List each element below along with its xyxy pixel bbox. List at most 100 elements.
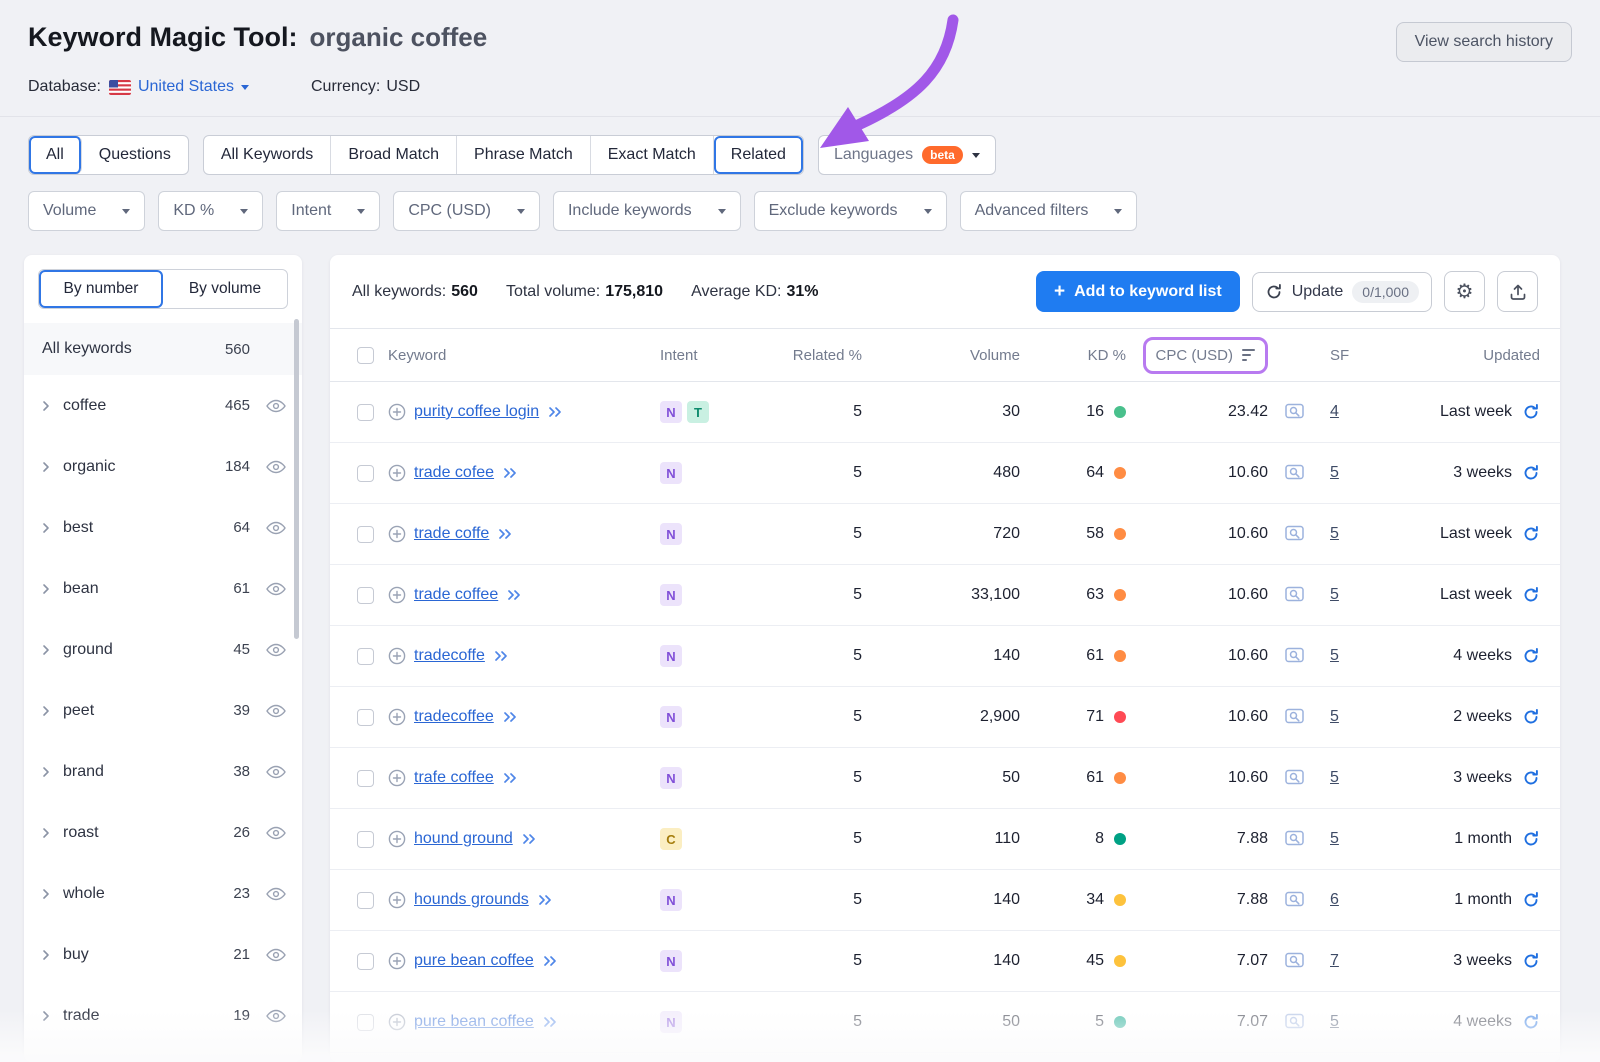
all-keywords-row[interactable]: All keywords 560: [24, 323, 302, 375]
serp-features-link[interactable]: 5: [1330, 586, 1339, 603]
filter-dropdown[interactable]: Advanced filters: [960, 191, 1138, 231]
add-keyword-icon[interactable]: [388, 586, 406, 604]
serp-features-link[interactable]: 7: [1330, 952, 1339, 969]
filter-dropdown[interactable]: Volume: [28, 191, 145, 231]
add-keyword-icon[interactable]: [388, 891, 406, 909]
refresh-icon[interactable]: [1522, 952, 1540, 970]
double-chevron-icon[interactable]: [497, 528, 513, 540]
keyword-link[interactable]: hound ground: [414, 830, 513, 848]
intent-badge[interactable]: N: [660, 523, 682, 545]
eye-icon[interactable]: [266, 399, 286, 413]
row-checkbox[interactable]: [357, 831, 374, 848]
keyword-group-item[interactable]: organic 184: [24, 436, 302, 497]
column-header-updated[interactable]: Updated: [1368, 347, 1540, 364]
serp-features-link[interactable]: 5: [1330, 830, 1339, 847]
double-chevron-icon[interactable]: [537, 894, 553, 906]
keyword-link[interactable]: tradecoffee: [414, 708, 494, 726]
add-keyword-icon[interactable]: [388, 464, 406, 482]
intent-badge[interactable]: N: [660, 584, 682, 606]
refresh-icon[interactable]: [1522, 769, 1540, 787]
serp-features-link[interactable]: 6: [1330, 891, 1339, 908]
keyword-group-item[interactable]: brand 38: [24, 741, 302, 802]
row-checkbox[interactable]: [357, 587, 374, 604]
double-chevron-icon[interactable]: [502, 711, 518, 723]
keyword-link[interactable]: hounds grounds: [414, 891, 529, 909]
serp-features-link[interactable]: 5: [1330, 464, 1339, 481]
intent-badge[interactable]: N: [660, 645, 682, 667]
add-keyword-icon[interactable]: [388, 830, 406, 848]
keyword-group-item[interactable]: best 64: [24, 497, 302, 558]
keyword-link[interactable]: trade coffee: [414, 586, 498, 604]
ads-history-icon[interactable]: [1285, 1013, 1307, 1031]
ads-history-icon[interactable]: [1285, 647, 1307, 665]
refresh-icon[interactable]: [1522, 647, 1540, 665]
keyword-group-item[interactable]: roast 26: [24, 802, 302, 863]
column-header-keyword[interactable]: Keyword: [388, 347, 660, 364]
tab-all[interactable]: All: [29, 136, 82, 174]
eye-icon[interactable]: [266, 887, 286, 901]
keyword-link[interactable]: pure bean coffee: [414, 952, 534, 970]
column-header-volume[interactable]: Volume: [862, 347, 1020, 364]
add-keyword-icon[interactable]: [388, 525, 406, 543]
keyword-group-item[interactable]: bean 61: [24, 558, 302, 619]
ads-history-icon[interactable]: [1285, 586, 1307, 604]
intent-badge[interactable]: N: [660, 950, 682, 972]
serp-features-link[interactable]: 5: [1330, 647, 1339, 664]
eye-icon[interactable]: [266, 765, 286, 779]
ads-history-icon[interactable]: [1285, 525, 1307, 543]
intent-badge[interactable]: N: [660, 401, 682, 423]
filter-dropdown[interactable]: Include keywords: [553, 191, 741, 231]
ads-history-icon[interactable]: [1285, 464, 1307, 482]
row-checkbox[interactable]: [357, 709, 374, 726]
filter-dropdown[interactable]: Exclude keywords: [754, 191, 947, 231]
database-selector[interactable]: United States: [138, 78, 249, 96]
refresh-icon[interactable]: [1522, 708, 1540, 726]
column-header-intent[interactable]: Intent: [660, 347, 744, 364]
intent-badge[interactable]: N: [660, 706, 682, 728]
eye-icon[interactable]: [266, 521, 286, 535]
serp-features-link[interactable]: 5: [1330, 1013, 1339, 1030]
row-checkbox[interactable]: [357, 953, 374, 970]
row-checkbox[interactable]: [357, 770, 374, 787]
keyword-group-item[interactable]: whole 23: [24, 863, 302, 924]
export-button[interactable]: [1497, 271, 1538, 312]
intent-badge[interactable]: N: [660, 1011, 682, 1033]
refresh-icon[interactable]: [1522, 1013, 1540, 1031]
view-search-history-button[interactable]: View search history: [1396, 22, 1572, 62]
keyword-link[interactable]: pure bean coffee: [414, 1013, 534, 1031]
ads-history-icon[interactable]: [1285, 952, 1307, 970]
keyword-link[interactable]: tradecoffe: [414, 647, 485, 665]
serp-features-link[interactable]: 5: [1330, 708, 1339, 725]
by-volume-toggle[interactable]: By volume: [163, 270, 287, 308]
refresh-icon[interactable]: [1522, 525, 1540, 543]
double-chevron-icon[interactable]: [493, 650, 509, 662]
tab-exact-match[interactable]: Exact Match: [591, 136, 714, 174]
column-header-kd[interactable]: KD %: [1020, 347, 1126, 364]
keyword-group-item[interactable]: trade 19: [24, 985, 302, 1046]
intent-badge[interactable]: N: [660, 767, 682, 789]
intent-badge[interactable]: N: [660, 462, 682, 484]
row-checkbox[interactable]: [357, 526, 374, 543]
row-checkbox[interactable]: [357, 1014, 374, 1031]
select-all-checkbox[interactable]: [357, 347, 374, 364]
double-chevron-icon[interactable]: [542, 1016, 558, 1028]
tab-questions[interactable]: Questions: [82, 136, 188, 174]
settings-button[interactable]: ⚙: [1444, 271, 1485, 312]
cpc-column-highlight[interactable]: CPC (USD): [1143, 337, 1269, 374]
eye-icon[interactable]: [266, 826, 286, 840]
intent-badge[interactable]: T: [687, 401, 709, 423]
serp-features-link[interactable]: 5: [1330, 769, 1339, 786]
ads-history-icon[interactable]: [1285, 891, 1307, 909]
intent-badge[interactable]: C: [660, 828, 682, 850]
eye-icon[interactable]: [266, 460, 286, 474]
ads-history-icon[interactable]: [1285, 708, 1307, 726]
by-number-toggle[interactable]: By number: [39, 270, 163, 308]
add-to-keyword-list-button[interactable]: + Add to keyword list: [1036, 271, 1240, 312]
double-chevron-icon[interactable]: [502, 467, 518, 479]
refresh-icon[interactable]: [1522, 891, 1540, 909]
add-keyword-icon[interactable]: [388, 708, 406, 726]
serp-features-link[interactable]: 4: [1330, 403, 1339, 420]
row-checkbox[interactable]: [357, 404, 374, 421]
refresh-icon[interactable]: [1522, 403, 1540, 421]
row-checkbox[interactable]: [357, 648, 374, 665]
